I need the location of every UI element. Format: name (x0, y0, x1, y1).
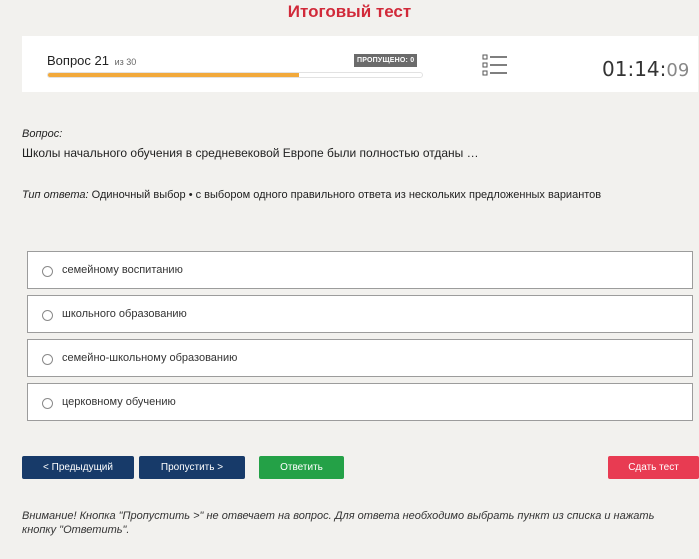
radio-button[interactable] (42, 310, 53, 321)
answer-option[interactable]: семейно-школьному образованию (27, 339, 693, 377)
progress-fill (48, 73, 299, 77)
question-counter: Вопрос 21 из 30 (47, 53, 136, 68)
answer-button[interactable]: Ответить (259, 456, 344, 479)
answer-option-label: семейно-школьному образованию (62, 352, 238, 364)
question-list-icon[interactable] (482, 54, 508, 76)
answer-option-label: школьного образованию (62, 308, 187, 320)
radio-button[interactable] (42, 266, 53, 277)
answer-type-value: Одиночный выбор • с выбором одного прави… (88, 189, 602, 201)
answer-option-label: семейному воспитанию (62, 264, 183, 276)
answer-option-label: церковному обучению (62, 396, 176, 408)
warning-note: Внимание! Кнопка "Пропустить >" не отвеч… (22, 510, 655, 536)
question-number: Вопрос 21 (47, 53, 109, 68)
timer-main: 01:14: (602, 57, 667, 81)
page-title: Итоговый тест (287, 2, 412, 21)
skipped-badge: ПРОПУЩЕНО: 0 (354, 54, 418, 67)
timer: 01:14:09 (602, 57, 689, 81)
question-total: из 30 (114, 57, 137, 67)
answer-option[interactable]: семейному воспитанию (27, 251, 693, 289)
question-header: Вопрос 21 из 30 ПРОПУЩЕНО: 0 01:14:09 (22, 36, 698, 92)
question-caption: Вопрос: (22, 128, 63, 140)
radio-button[interactable] (42, 398, 53, 409)
previous-button[interactable]: < Предыдущий (22, 456, 134, 479)
answer-option[interactable]: школьного образованию (27, 295, 693, 333)
radio-button[interactable] (42, 354, 53, 365)
skip-button[interactable]: Пропустить > (139, 456, 245, 479)
answer-option[interactable]: церковному обучению (27, 383, 693, 421)
submit-test-button[interactable]: Сдать тест (608, 456, 699, 479)
progress-bar (47, 72, 423, 78)
answer-type-label: Тип ответа: (22, 189, 89, 201)
answer-type: Тип ответа: Одиночный выбор • с выбором … (22, 189, 601, 201)
question-text: Школы начального обучения в средневеково… (22, 146, 479, 160)
timer-seconds: 09 (666, 60, 690, 81)
